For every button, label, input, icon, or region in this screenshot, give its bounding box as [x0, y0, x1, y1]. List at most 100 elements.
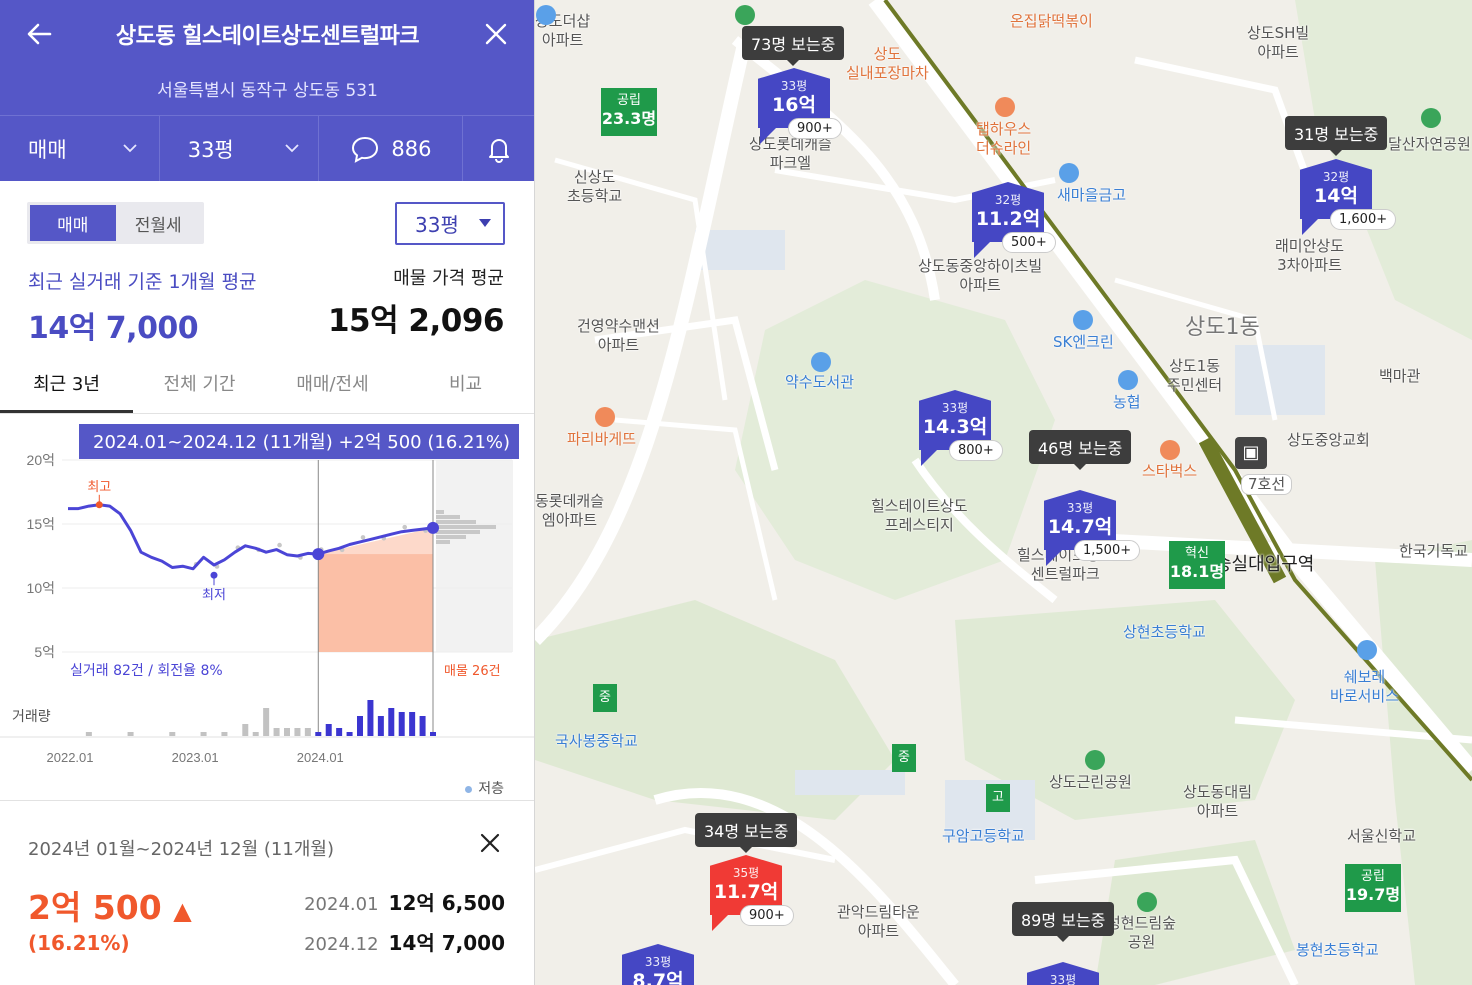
school-flag[interactable]: 공립 19.7명 — [1345, 864, 1401, 912]
volume-bar — [252, 732, 259, 736]
listing-dist-bg — [436, 460, 513, 652]
place-label[interactable]: 봉현초등학교 — [1296, 941, 1379, 960]
library-icon[interactable] — [811, 352, 831, 372]
viewers-badge[interactable]: 89명 보는중 — [1012, 902, 1115, 942]
place-label[interactable]: 상도SH빌 아파트 — [1247, 24, 1309, 62]
place-label[interactable]: 한국기독교 — [1399, 542, 1468, 561]
place-label[interactable]: 국사봉중학교 — [555, 732, 638, 751]
place-label[interactable]: 상도근린공원 — [1049, 773, 1132, 792]
price-pin[interactable]: 33평 14.3억 800+ — [919, 390, 1003, 466]
school-flag-mini[interactable]: 중 — [892, 744, 916, 772]
notification-button[interactable] — [463, 116, 534, 181]
line-badge: 7호선 — [1241, 474, 1293, 495]
park-icon[interactable] — [1085, 750, 1105, 770]
school-flag-mini[interactable]: 중 — [593, 684, 617, 712]
place-label[interactable]: 상도동대림 아파트 — [1183, 783, 1252, 821]
panel-header: 상도동 힐스테이트상도센트럴파크 서울특별시 동작구 상도동 531 매매 33… — [0, 0, 534, 181]
place-label[interactable]: 관악드림타운 아파트 — [837, 903, 920, 941]
place-label[interactable]: 신상도 초등학교 — [567, 168, 622, 206]
map[interactable]: 상도1동 신상도 초등학교 건영약수맨션 아파트 약수도서관 파리바게뜨 동롯데… — [535, 0, 1472, 985]
tab-recent-3y[interactable]: 최근 3년 — [0, 356, 133, 413]
period-tabs: 최근 3년 전체 기간 매매/전세 비교 — [0, 356, 534, 414]
price-pin-selected[interactable]: 33평 14.7억 1,500+ — [1044, 490, 1141, 566]
park-icon[interactable] — [1421, 108, 1441, 128]
bank-icon[interactable] — [1059, 163, 1079, 183]
deal-type-label: 매매 — [28, 137, 67, 162]
speech-bubble-icon — [352, 136, 379, 163]
place-label[interactable]: 온집닭떡볶이 — [1010, 12, 1093, 31]
subway-icon[interactable]: ▣ — [1235, 437, 1267, 469]
place-label[interactable]: 건영약수맨션 아파트 — [577, 317, 660, 355]
place-label[interactable]: 농협 — [1113, 393, 1141, 412]
gas-station-icon[interactable] — [1073, 310, 1093, 330]
viewers-badge[interactable]: 31명 보는중 — [1285, 116, 1388, 156]
park-icon[interactable] — [1137, 892, 1157, 912]
viewers-badge[interactable]: 34명 보는중 — [695, 813, 798, 853]
place-label[interactable]: 스타벅스 — [1142, 462, 1197, 481]
trade-point — [277, 542, 282, 548]
close-icon[interactable] — [480, 18, 512, 50]
price-chart[interactable]: 20억 15억 10억 5억 최고 최저 2024.01~2024.12 (11개월) +2… — [0, 415, 534, 800]
listing-avg-label: 매물 가격 평균 — [393, 268, 504, 289]
change-detail: 2024년 01월~2024년 12월 (11개월) 2억 500 ▲ (16.… — [0, 800, 534, 985]
tab-sale-jeonse[interactable]: 매매/전세 — [266, 356, 399, 413]
tab-compare[interactable]: 비교 — [399, 356, 532, 413]
size-dropdown-value: 33평 — [415, 213, 459, 237]
size-select[interactable]: 33평 — [160, 116, 320, 181]
bakery-icon[interactable] — [595, 407, 615, 427]
place-label[interactable]: 서울신학교 — [1347, 827, 1416, 846]
price-pin[interactable]: 32평 14억 1,600+ — [1300, 159, 1397, 235]
school-flag[interactable]: 공립 23.3명 — [601, 88, 657, 136]
price-pin[interactable]: 33평 8.7억 — [622, 944, 694, 985]
listing-dist-bar — [436, 520, 476, 524]
restaurant-icon[interactable] — [995, 97, 1015, 117]
listing-dist-bar — [436, 540, 450, 544]
place-label[interactable]: 상도 실내포장마차 — [846, 45, 929, 83]
place-label[interactable]: 상현초등학교 — [1123, 623, 1206, 642]
price-pin[interactable]: 33평 — [1027, 962, 1099, 985]
place-label[interactable]: 상도1동 주민센터 — [1167, 357, 1222, 395]
place-label[interactable]: 성현드림숲 공원 — [1107, 914, 1176, 952]
tab-rent[interactable]: 전월세 — [116, 205, 202, 241]
deal-type-select[interactable]: 매매 — [0, 116, 160, 181]
school-flag[interactable]: 혁신 18.1명 — [1169, 541, 1225, 589]
high-label: 최고 — [87, 479, 111, 494]
car-service-icon[interactable] — [1357, 640, 1377, 660]
park-icon[interactable] — [735, 5, 755, 25]
price-pin[interactable]: 32평 11.2억 500+ — [972, 182, 1056, 258]
place-label[interactable]: SK엔크린 — [1053, 333, 1114, 352]
place-label[interactable]: 달산자연공원 — [1388, 135, 1471, 154]
close-icon[interactable] — [478, 831, 502, 855]
school-icon[interactable] — [536, 5, 556, 25]
viewers-badge[interactable]: 46명 보는중 — [1029, 430, 1132, 470]
place-label[interactable]: 힐스테이트상도 프레스티지 — [871, 497, 968, 535]
place-label[interactable]: 파리바게뜨 — [567, 430, 636, 449]
price-pin[interactable]: 35평 11.7억 900+ — [710, 855, 794, 931]
place-label[interactable]: 탭하우스 더슈라인 — [976, 120, 1031, 158]
place-label[interactable]: 백마관 — [1379, 367, 1420, 386]
size-dropdown[interactable]: 33평 — [395, 202, 505, 245]
x-tick-label: 2022.01 — [47, 750, 94, 765]
place-label[interactable]: 래미안상도 3차아파트 — [1275, 237, 1344, 275]
station-label[interactable]: 숭실대입구역 — [1215, 555, 1314, 574]
place-label[interactable]: 상도동중앙하이츠빌 아파트 — [918, 257, 1042, 295]
bank-icon[interactable] — [1118, 370, 1138, 390]
range-start-point — [312, 548, 325, 561]
place-label[interactable]: 새마을금고 — [1057, 186, 1126, 205]
viewers-badge[interactable]: 73명 보는중 — [742, 26, 845, 66]
up-triangle-icon: ▲ — [173, 897, 192, 925]
school-flag-mini[interactable]: 고 — [986, 784, 1010, 812]
tab-sale[interactable]: 매매 — [30, 205, 116, 241]
place-label[interactable]: 동롯데캐슬 엠아파트 — [535, 492, 604, 530]
volume-bar — [284, 728, 290, 736]
place-label[interactable]: 상도중앙교회 — [1287, 431, 1370, 450]
place-label[interactable]: 구암고등학교 — [942, 827, 1025, 846]
chevron-down-icon — [285, 144, 299, 153]
place-label[interactable]: 쉐보레 바로서비스 — [1330, 668, 1399, 706]
comments-button[interactable]: 886 — [319, 116, 464, 181]
tab-all-period[interactable]: 전체 기간 — [133, 356, 266, 413]
volume-bar — [388, 708, 395, 736]
place-label[interactable]: 약수도서관 — [785, 373, 854, 392]
price-pin[interactable]: 33평 16억 900+ — [758, 68, 842, 144]
cafe-icon[interactable] — [1160, 440, 1180, 460]
